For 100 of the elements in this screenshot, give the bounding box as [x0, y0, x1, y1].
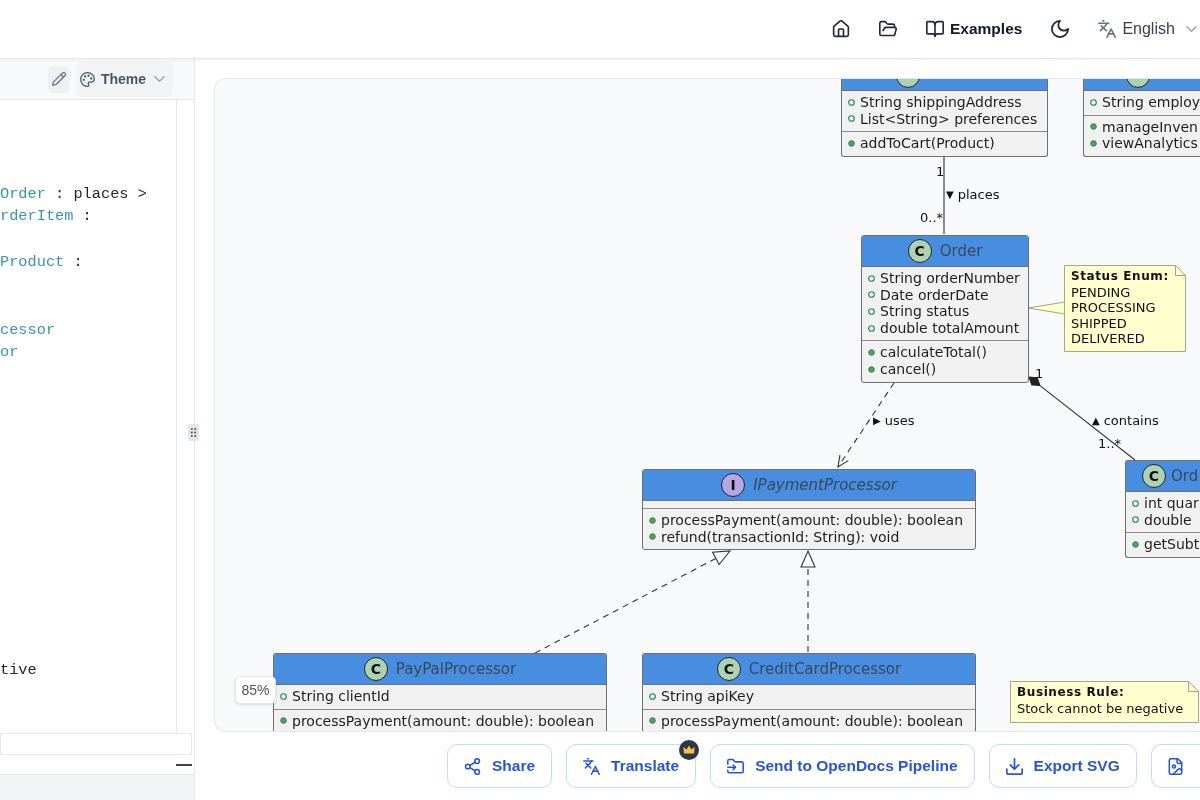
dot-icon	[1132, 541, 1139, 548]
code-line: rderItem :	[0, 206, 93, 228]
method-text: processPayment(amount: double): boolean	[661, 512, 964, 529]
ring-icon	[848, 115, 855, 123]
chevron-icon	[1185, 26, 1197, 32]
ring-icon	[848, 98, 855, 106]
ring-icon	[280, 692, 287, 700]
pencil-icon	[51, 72, 66, 86]
class-name: Order	[939, 242, 983, 260]
field-text: double totalAmount	[880, 319, 1020, 337]
method-text: cancel()	[880, 360, 937, 378]
code-line: cessor	[0, 319, 57, 341]
image-button[interactable]	[1150, 744, 1200, 788]
field-text: String clientId	[292, 688, 390, 705]
moon-icon	[1051, 20, 1070, 38]
field-text: String status	[880, 303, 970, 320]
code-line: Order : places >	[0, 183, 148, 205]
method-text: getSubt	[1144, 536, 1200, 553]
direction-mark: ▼	[946, 189, 954, 201]
multiplicity-label: 1	[936, 164, 945, 180]
field-text: Date orderDate	[880, 286, 989, 304]
ring-icon	[868, 274, 875, 282]
type-badge: C	[1142, 464, 1166, 488]
field-text: String orderNumber	[880, 270, 1020, 287]
field-text: String apiKey	[661, 688, 754, 705]
method-text: processPayment(amount: double): boolean	[661, 712, 964, 730]
method-text: addToCart(Product)	[860, 135, 995, 152]
direction-mark: ▶	[873, 415, 881, 427]
method-text: refund(transactionId: String): void	[661, 528, 900, 546]
ring-icon	[1090, 98, 1097, 106]
image-file-icon	[1166, 757, 1184, 775]
relation-label: contains	[1103, 413, 1159, 429]
note-line: SHIPPED	[1071, 315, 1128, 331]
book-icon	[926, 20, 944, 38]
field-text: String shippingAddress	[860, 94, 1022, 111]
folder-arrow-icon	[727, 757, 745, 775]
note-line: PROCESSING	[1071, 300, 1157, 316]
ring-icon	[868, 308, 875, 315]
dot-icon	[649, 516, 656, 524]
language-select[interactable]: English	[1092, 14, 1200, 44]
note-line: DELIVERED	[1071, 331, 1146, 347]
type-badge: C	[716, 657, 741, 681]
share-icon	[464, 757, 481, 775]
type-badge: C	[907, 239, 932, 263]
method-text: manageInven	[1102, 118, 1198, 136]
ring-icon	[1132, 499, 1139, 507]
note-title: Status Enum:	[1071, 269, 1170, 285]
dot-icon	[1090, 123, 1097, 131]
theme-button[interactable]: Theme	[75, 61, 173, 97]
dot-icon	[848, 140, 855, 147]
note-line: Stock cannot be negative	[1017, 700, 1185, 716]
send-button[interactable]: Send to OpenDocs Pipeline	[710, 744, 975, 788]
field-text: String employ	[1102, 94, 1200, 111]
dot-icon	[649, 717, 656, 725]
multiplicity-label: 1	[1035, 366, 1044, 382]
dot-icon	[868, 349, 875, 357]
grip-icon[interactable]	[188, 424, 199, 441]
ring-icon	[649, 692, 656, 700]
export-button[interactable]: Export SVG	[988, 744, 1137, 788]
multiplicity-label: 0..*	[920, 210, 944, 226]
code-line: or	[0, 342, 20, 364]
palette-icon	[79, 71, 95, 87]
translate-icon	[1098, 20, 1117, 38]
zoom-level: 85%	[235, 676, 276, 704]
minus-icon[interactable]	[176, 763, 192, 766]
note-line: PENDING	[1071, 284, 1132, 300]
type-badge: I	[721, 473, 746, 497]
dot-icon	[280, 717, 287, 725]
examples-link[interactable]: Examples	[920, 14, 1029, 44]
relation-label: uses	[884, 413, 915, 429]
code-line: Product :	[0, 251, 84, 273]
class-name: CreditCardProcessor	[748, 660, 902, 678]
dot-icon	[1090, 140, 1097, 147]
field-text: double	[1144, 511, 1192, 529]
method-text: viewAnalytics	[1102, 135, 1198, 152]
field-text: List<String> preferences	[860, 110, 1038, 128]
folder-icon	[879, 20, 897, 38]
relation-label: places	[957, 187, 1000, 203]
dot-icon	[649, 533, 656, 541]
type-badge: C	[363, 657, 388, 681]
ring-icon	[868, 324, 875, 332]
class-name: PayPalProcessor	[395, 660, 517, 678]
translate-icon	[583, 757, 601, 775]
direction-mark: ▲	[1092, 415, 1100, 427]
field-text: int quar	[1144, 495, 1199, 512]
edit-button[interactable]	[47, 65, 70, 93]
method-text: calculateTotal()	[880, 344, 987, 361]
chevron-icon	[154, 76, 165, 82]
class-name: IPaymentProcessor	[753, 476, 897, 494]
ring-icon	[1132, 516, 1139, 524]
note-title: Business Rule:	[1017, 685, 1126, 701]
code-line: tive	[0, 660, 38, 681]
class-name: Ord	[1171, 467, 1199, 485]
method-text: processPayment(amount: double): boolean	[292, 712, 595, 730]
download-icon	[1005, 757, 1023, 775]
share-button[interactable]: Share	[447, 744, 553, 788]
dot-icon	[868, 365, 875, 373]
ring-icon	[868, 291, 875, 299]
code-editor[interactable]: Order : places > rderItem : Product : cessor or tive	[0, 100, 177, 733]
home-icon	[832, 20, 850, 38]
